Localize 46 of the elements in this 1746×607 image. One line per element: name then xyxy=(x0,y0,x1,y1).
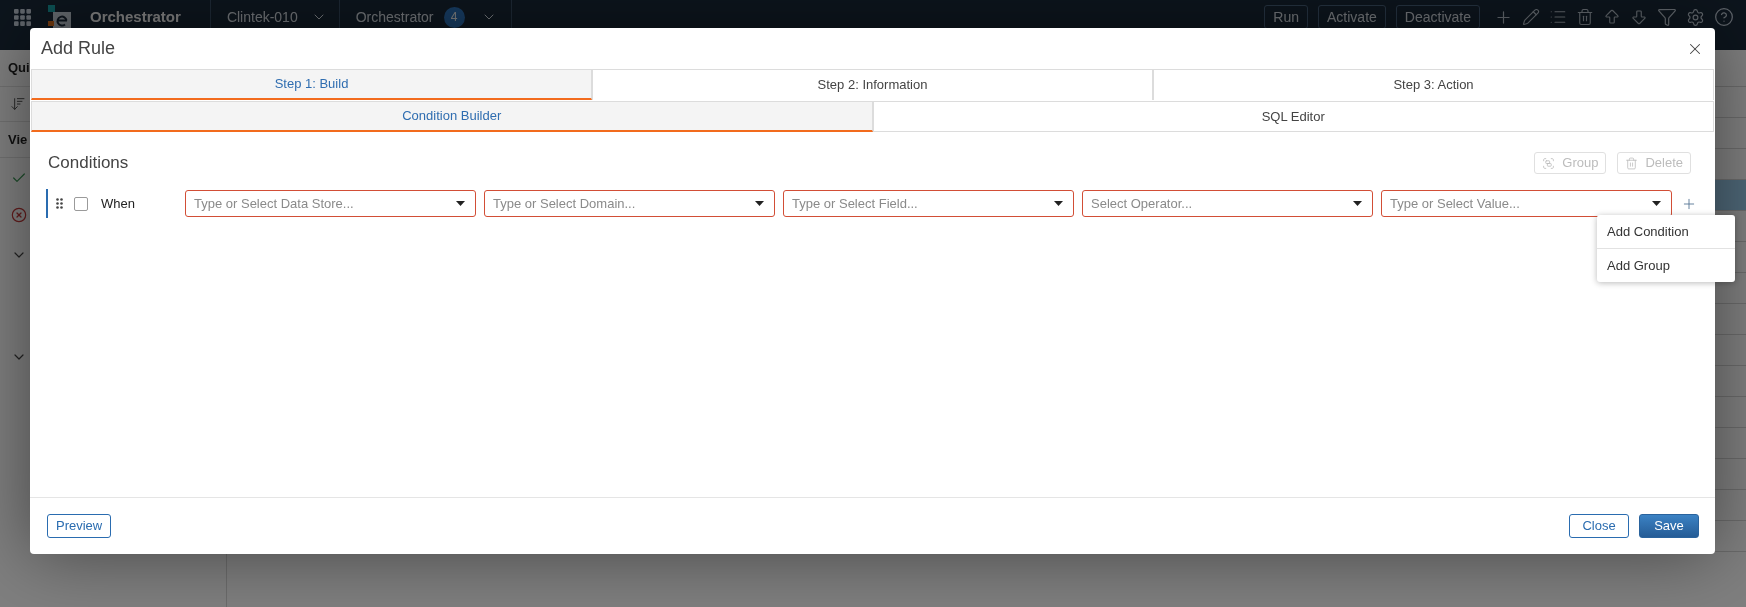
step-tab[interactable]: Step 1: Build xyxy=(31,69,592,100)
editor-tab[interactable]: Condition Builder xyxy=(31,101,873,132)
arrow-down-icon[interactable] xyxy=(1630,8,1648,26)
logo-icon xyxy=(48,5,71,29)
when-label: When xyxy=(101,194,136,213)
frame-icon xyxy=(1542,156,1556,170)
select-field[interactable]: Type or Select Field... xyxy=(783,190,1074,217)
dialog-title: Add Rule xyxy=(41,37,116,60)
pencil-icon[interactable] xyxy=(1522,8,1540,26)
trash-icon xyxy=(1625,156,1639,170)
menu-item[interactable]: Add Condition xyxy=(1597,215,1735,248)
select-field[interactable]: Type or Select Value... xyxy=(1381,190,1672,217)
section-title: Vie xyxy=(8,130,28,149)
step-tab[interactable]: Step 3: Action xyxy=(1153,69,1714,100)
table-cell[interactable] xyxy=(1715,180,1746,211)
select-field[interactable]: Select Operator... xyxy=(1082,190,1373,217)
section-title: Qui xyxy=(8,59,30,78)
select-field[interactable]: Type or Select Data Store... xyxy=(185,190,476,217)
workspace-selector[interactable]: Clintek-010 xyxy=(226,6,327,28)
footer-button[interactable]: Save xyxy=(1639,514,1699,538)
caret-down-icon xyxy=(755,201,764,206)
apps-grid-icon[interactable] xyxy=(14,8,31,26)
select-field[interactable]: Type or Select Domain... xyxy=(484,190,775,217)
conditions-heading: Conditions xyxy=(48,152,129,175)
list-icon[interactable] xyxy=(1549,8,1567,26)
caret-down-icon xyxy=(1652,201,1661,206)
settings-icon[interactable] xyxy=(1686,7,1705,27)
footer-button[interactable]: Preview xyxy=(47,514,112,538)
count-badge: 4 xyxy=(443,6,465,28)
arrow-up-icon[interactable] xyxy=(1603,8,1621,26)
error-circle-icon xyxy=(11,207,27,223)
trash-icon[interactable] xyxy=(1576,8,1594,26)
caret-down-icon xyxy=(456,201,465,206)
filter-icon[interactable] xyxy=(1657,7,1677,27)
app-name: Orchestrator xyxy=(90,6,181,27)
caret-down-icon xyxy=(1054,201,1063,206)
menu-item[interactable]: Add Group xyxy=(1597,248,1735,282)
sort-icon[interactable] xyxy=(10,96,26,112)
module-selector[interactable]: Orchestrator 4 xyxy=(355,6,497,28)
row-checkbox[interactable] xyxy=(74,196,88,211)
step-tab[interactable]: Step 2: Information xyxy=(592,69,1153,100)
drag-handle-icon[interactable] xyxy=(56,198,63,209)
caret-down-icon xyxy=(1353,201,1362,206)
help-icon[interactable] xyxy=(1714,7,1734,27)
editor-tab[interactable]: SQL Editor xyxy=(872,101,1714,132)
footer-button[interactable]: Close xyxy=(1569,514,1629,538)
